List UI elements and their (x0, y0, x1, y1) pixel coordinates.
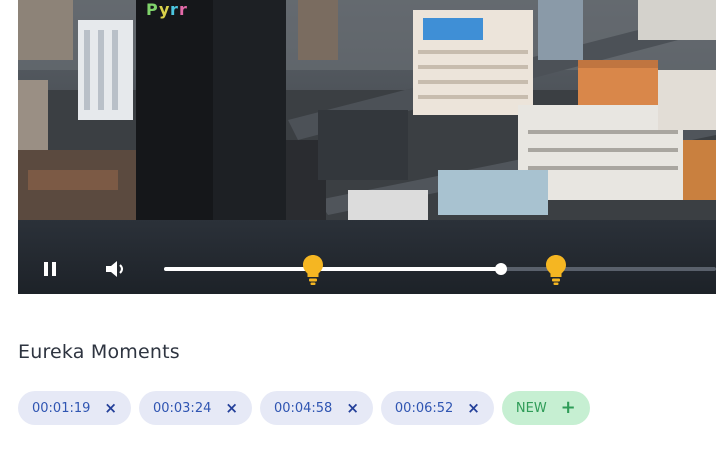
section-heading: Eureka Moments (18, 341, 180, 363)
svg-text:P: P (146, 0, 158, 19)
eureka-marker[interactable] (302, 254, 324, 286)
remove-icon[interactable]: × (104, 400, 117, 416)
video-frame[interactable]: P y r r (18, 0, 716, 220)
eureka-chip[interactable]: 00:06:52 × (380, 391, 494, 425)
chip-timestamp: 00:01:19 (32, 400, 91, 416)
pause-icon (44, 262, 56, 276)
eureka-chip[interactable]: 00:04:58 × (259, 391, 373, 425)
svg-text:y: y (159, 0, 170, 19)
remove-icon[interactable]: × (346, 400, 359, 416)
lightbulb-icon (303, 255, 324, 285)
progress-track[interactable] (164, 267, 716, 271)
chip-timestamp: 00:03:24 (152, 400, 212, 416)
plus-icon: + (560, 397, 576, 418)
new-label: NEW (515, 400, 547, 416)
lightbulb-icon (545, 255, 566, 285)
chip-timestamp: 00:06:52 (394, 400, 454, 416)
eureka-chip[interactable]: 00:01:19 × (18, 391, 131, 425)
video-player[interactable]: P y r r (18, 0, 716, 294)
remove-icon[interactable]: × (225, 400, 238, 416)
svg-text:r: r (170, 0, 178, 19)
eureka-chip-list: 00:01:19 × 00:03:24 × 00:04:58 × 00:06:5… (18, 391, 590, 425)
volume-button[interactable] (104, 255, 128, 283)
chip-timestamp: 00:04:58 (273, 400, 333, 416)
pause-button[interactable] (38, 255, 62, 283)
new-moment-button[interactable]: NEW + (501, 391, 590, 425)
remove-icon[interactable]: × (467, 400, 480, 416)
eureka-chip[interactable]: 00:03:24 × (138, 391, 252, 425)
eureka-marker[interactable] (545, 254, 567, 286)
playhead-handle[interactable] (494, 263, 507, 275)
progress-fill (164, 267, 501, 271)
volume-icon (106, 261, 123, 277)
svg-text:r: r (179, 0, 187, 19)
